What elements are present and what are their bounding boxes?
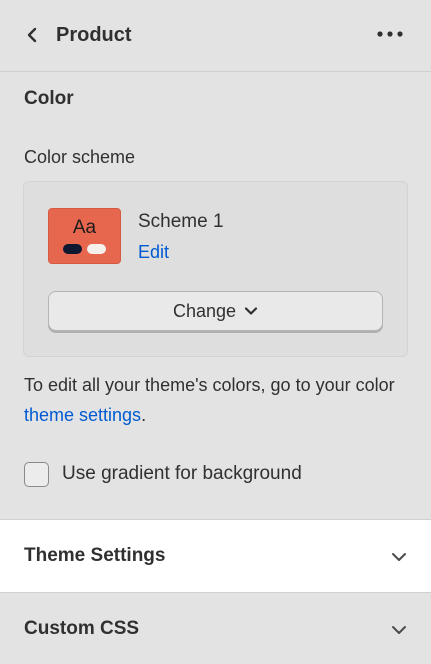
chevron-down-icon	[392, 626, 406, 634]
helper-text-suffix: .	[141, 405, 147, 425]
chevron-left-icon	[27, 27, 37, 43]
swatch-secondary-pill	[87, 244, 106, 254]
gradient-checkbox-row[interactable]: Use gradient for background	[24, 460, 302, 488]
settings-panel: Product Color Color scheme Aa Scheme 1 E…	[0, 0, 431, 664]
section-heading-color: Color	[24, 88, 74, 109]
page-title: Product	[56, 24, 132, 46]
more-actions-button[interactable]	[372, 21, 408, 47]
accordion-theme-settings[interactable]: Theme Settings	[0, 519, 431, 592]
accordion-custom-css[interactable]: Custom CSS	[0, 592, 431, 664]
accordion-title: Custom CSS	[24, 618, 140, 639]
edit-scheme-link[interactable]: Edit	[138, 240, 169, 264]
theme-settings-link[interactable]: theme settings	[24, 405, 141, 425]
color-scheme-card: Aa Scheme 1 Edit Change	[23, 181, 408, 357]
color-scheme-swatch[interactable]: Aa	[48, 208, 121, 264]
change-button-label: Change	[172, 301, 237, 321]
accordion-toggle[interactable]	[389, 620, 409, 640]
accordion-title: Theme Settings	[24, 545, 166, 566]
change-scheme-button[interactable]: Change	[48, 291, 383, 331]
chevron-down-icon	[244, 307, 258, 315]
accordion-toggle[interactable]	[389, 547, 409, 567]
more-horizontal-icon	[377, 31, 403, 37]
gradient-checkbox-label: Use gradient for background	[62, 463, 302, 484]
back-button[interactable]	[18, 21, 46, 49]
chevron-down-icon	[392, 553, 406, 561]
swatch-sample-text: Aa	[72, 217, 97, 238]
scheme-name: Scheme 1	[138, 211, 224, 232]
swatch-primary-pill	[63, 244, 82, 254]
helper-text-prefix: To edit all your theme's colors, go to y…	[24, 375, 395, 395]
panel-header: Product	[0, 0, 431, 72]
theme-colors-help: To edit all your theme's colors, go to y…	[24, 370, 416, 430]
color-scheme-label: Color scheme	[24, 147, 136, 167]
gradient-checkbox[interactable]	[24, 461, 49, 487]
